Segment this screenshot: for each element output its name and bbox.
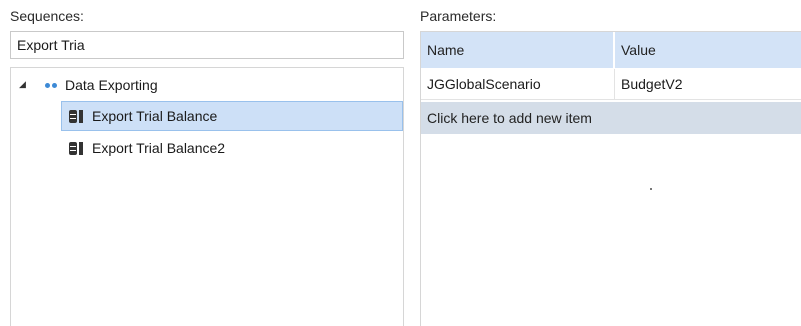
- parameters-grid[interactable]: Name Value JGGlobalScenario BudgetV2 Cli…: [420, 31, 801, 326]
- add-new-item-row[interactable]: Click here to add new item: [421, 102, 801, 134]
- tree-item-data-exporting[interactable]: ◢ Data Exporting: [19, 70, 158, 100]
- dot: [52, 82, 57, 88]
- procedure-icon-body: [69, 109, 77, 123]
- procedure-icon: [68, 109, 84, 124]
- parameter-name-cell[interactable]: JGGlobalScenario: [421, 69, 615, 99]
- dot: [45, 82, 50, 88]
- sequence-search-input[interactable]: [10, 31, 404, 59]
- tree-item-label: Export Trial Balance: [92, 108, 218, 124]
- tree-item-label: Export Trial Balance2: [92, 140, 226, 156]
- procedure-icon-bar: [79, 109, 83, 123]
- tree-item-export-trial-balance[interactable]: Export Trial Balance: [61, 101, 403, 131]
- parameters-label: Parameters:: [420, 8, 497, 24]
- category-dots-icon: [45, 82, 57, 88]
- column-header-value[interactable]: Value: [615, 32, 801, 68]
- procedure-icon: [68, 141, 84, 156]
- sequences-label: Sequences:: [10, 8, 84, 24]
- procedure-icon-bar: [79, 141, 83, 155]
- column-header-name[interactable]: Name: [421, 32, 615, 68]
- tree-item-label: Data Exporting: [65, 77, 158, 93]
- sequence-parameters-window: Sequences: ◢ Data Exporting Export Trial…: [0, 0, 801, 326]
- artifact-dot: [650, 188, 652, 190]
- expand-triangle-icon[interactable]: ◢: [19, 69, 31, 99]
- grid-header: Name Value: [421, 32, 801, 68]
- parameter-value-cell[interactable]: BudgetV2: [615, 69, 801, 99]
- table-row[interactable]: JGGlobalScenario BudgetV2: [421, 69, 801, 100]
- procedure-icon-body: [69, 141, 77, 155]
- tree-item-export-trial-balance2[interactable]: Export Trial Balance2: [62, 133, 225, 163]
- sequence-tree[interactable]: ◢ Data Exporting Export Trial Balance Ex…: [10, 67, 404, 326]
